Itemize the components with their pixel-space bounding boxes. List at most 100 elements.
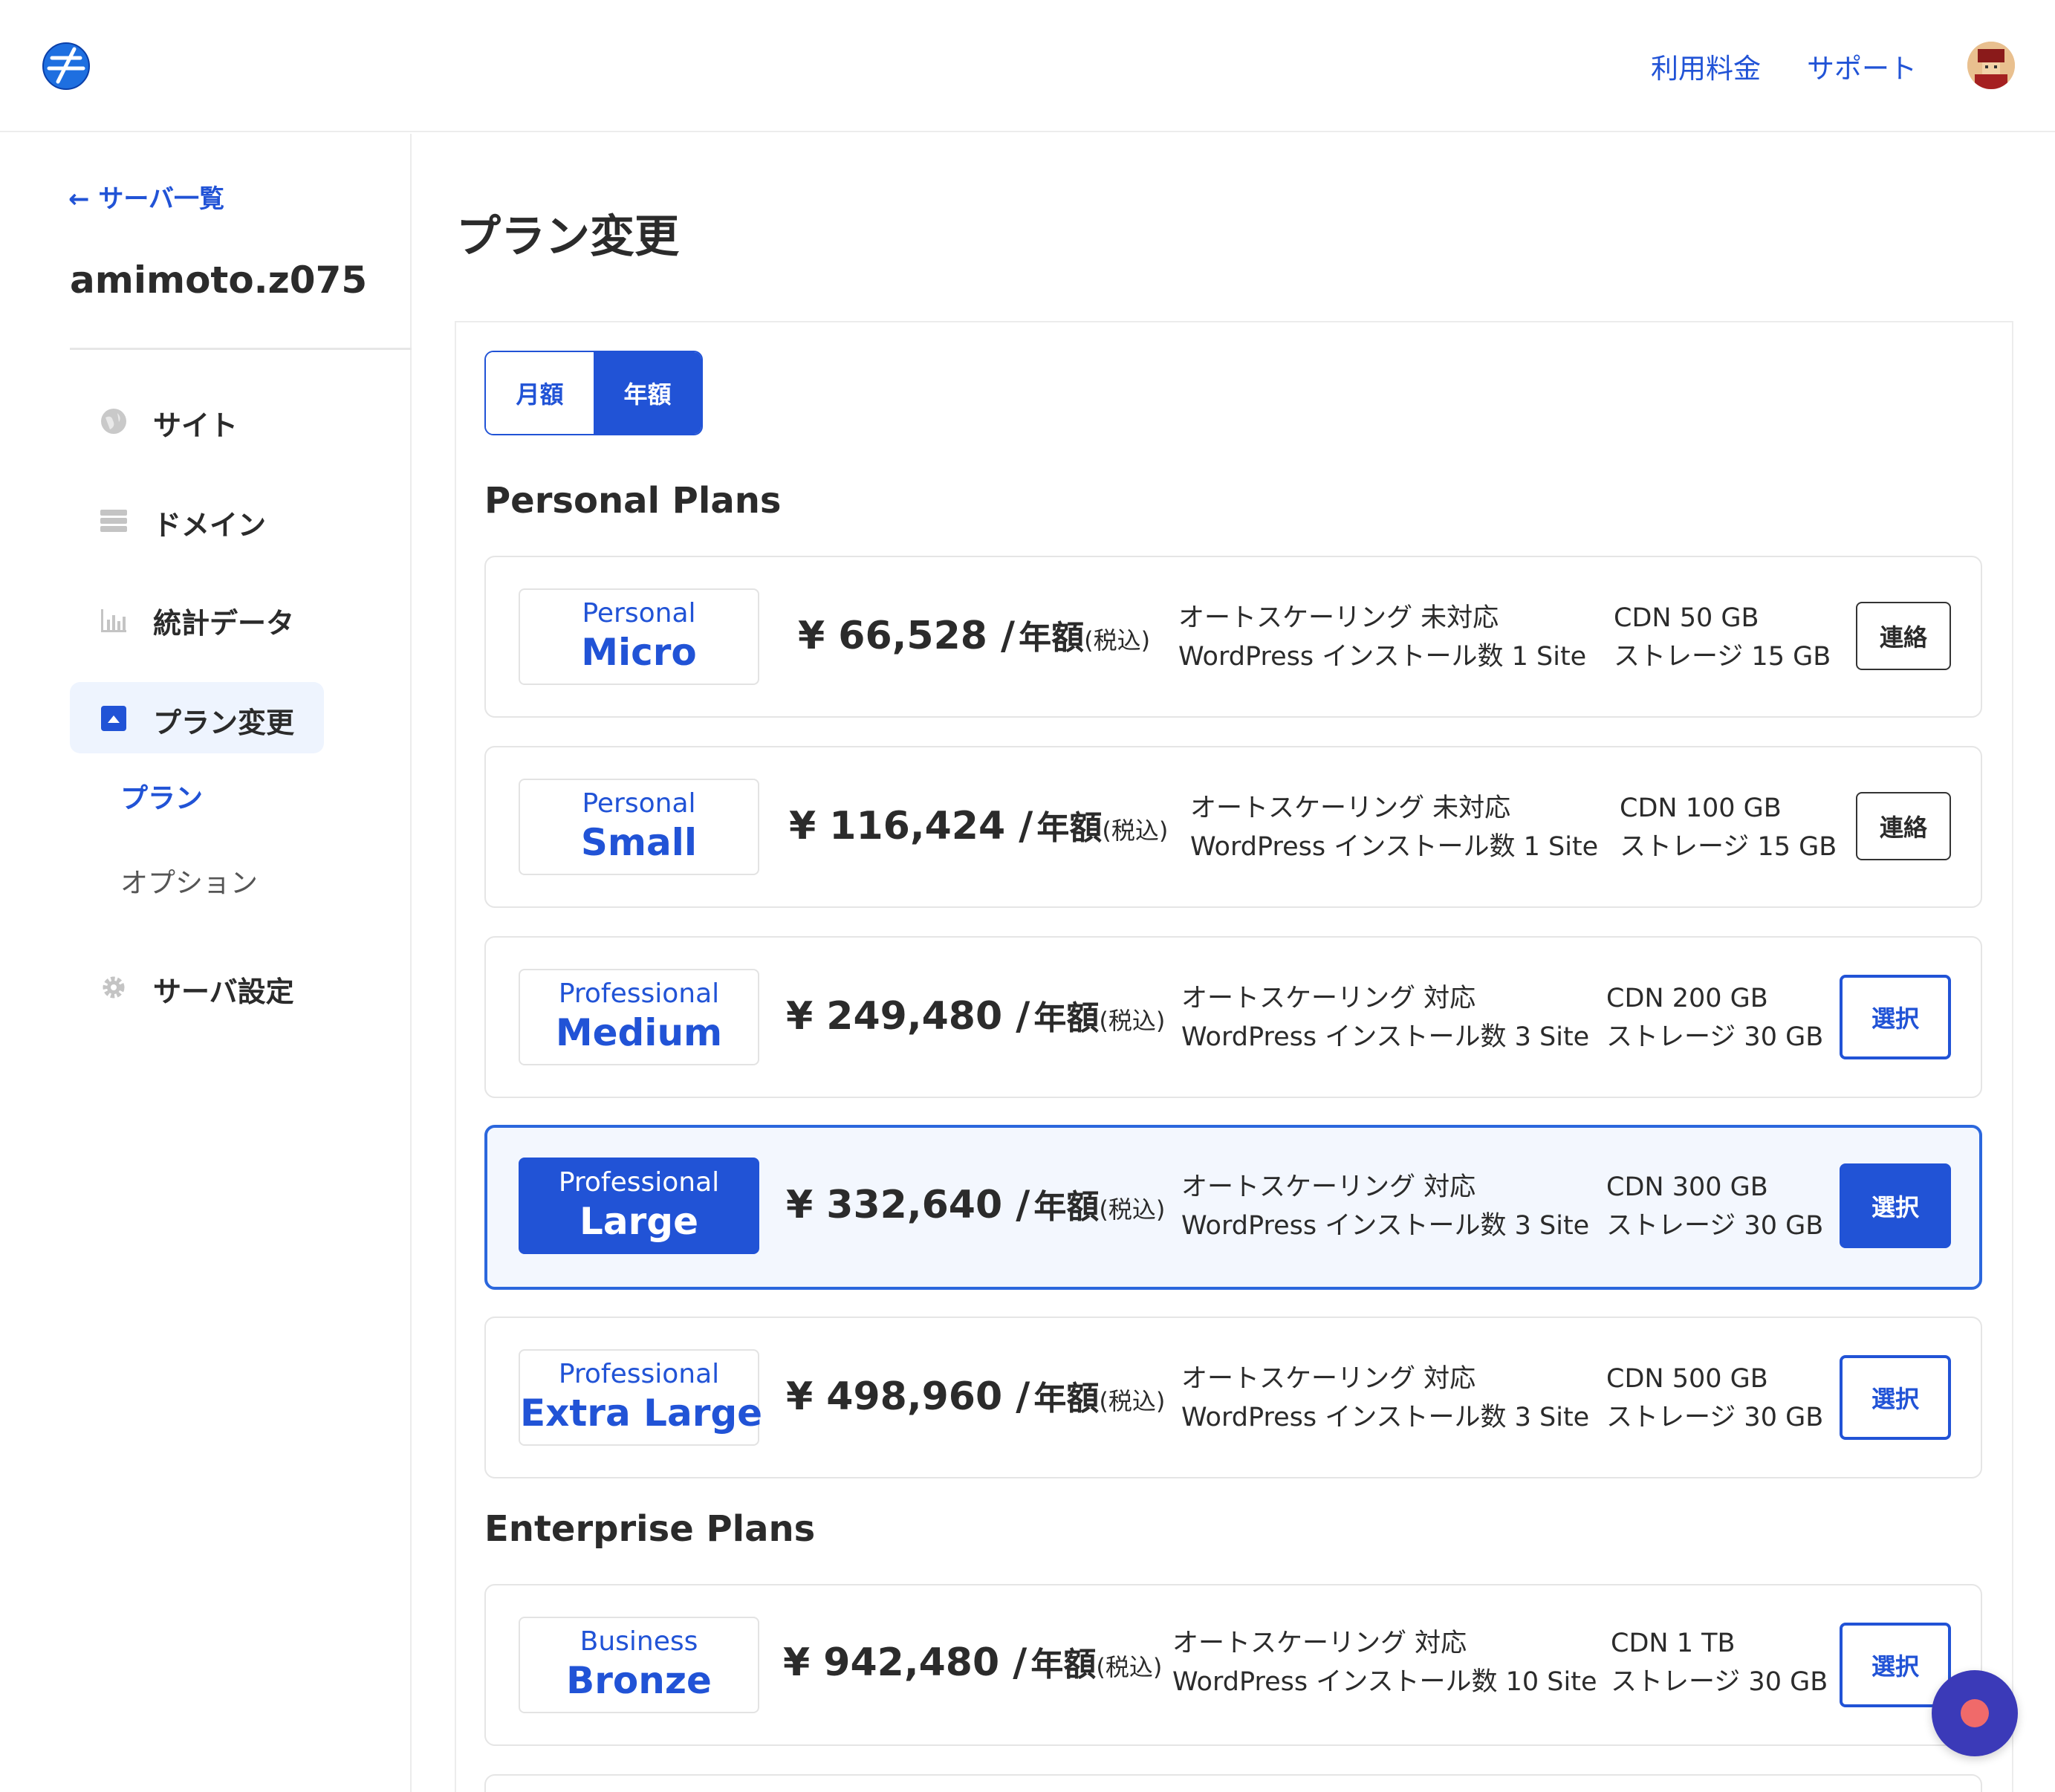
plan-tier: Professional	[558, 1167, 720, 1198]
support-link[interactable]: サポート	[1807, 46, 1917, 86]
section-title-enterprise: Enterprise Plans	[484, 1508, 816, 1550]
sidebar-subitem-options[interactable]: オプション	[120, 860, 258, 900]
plan-price: ¥ 942,480 / 年額(税込)	[783, 1637, 1162, 1685]
cdn-feature: CDN 300 GB	[1606, 1172, 1768, 1202]
price-tax-note: (税込)	[1099, 1007, 1166, 1035]
autoscaling-feature: オートスケーリング 未対応	[1178, 603, 1499, 633]
plan-card: Business Bronze ¥ 942,480 / 年額(税込) オートスケ…	[484, 1584, 1982, 1746]
plan-features: オートスケーリング 対応 WordPress インストール数 10 Site	[1172, 1624, 1597, 1701]
plan-size: Bronze	[566, 1659, 712, 1702]
globe-icon	[100, 407, 128, 435]
plan-badge: Personal Micro	[519, 588, 759, 685]
sidebar-subitem-plan[interactable]: プラン	[120, 776, 203, 816]
install-count-feature: WordPress インストール数 3 Site	[1181, 1022, 1590, 1052]
plan-tier: Personal	[582, 788, 696, 819]
plan-size: Extra Large	[520, 1392, 763, 1435]
install-count-feature: WordPress インストール数 1 Site	[1190, 832, 1599, 862]
plan-size: Micro	[581, 631, 697, 674]
plan-resources: CDN 500 GB ストレージ 30 GB	[1606, 1360, 1823, 1437]
back-to-server-list-link[interactable]: ← サーバ一覧	[68, 178, 224, 215]
plan-badge: Professional Large	[519, 1158, 759, 1254]
price-amount: ¥ 332,640 /	[786, 1183, 1030, 1227]
price-period: 年額	[1036, 809, 1103, 847]
sidebar-item-label: サーバ設定	[153, 975, 294, 1008]
plan-price: ¥ 498,960 / 年額(税込)	[786, 1371, 1165, 1419]
price-tax-note: (税込)	[1099, 1195, 1166, 1224]
sidebar-item-domain[interactable]: ドメイン	[70, 484, 324, 556]
autoscaling-feature: オートスケーリング 対応	[1181, 984, 1476, 1013]
sidebar-item-site[interactable]: サイト	[70, 385, 324, 456]
install-count-feature: WordPress インストール数 3 Site	[1181, 1211, 1590, 1241]
price-tax-note: (税込)	[1102, 817, 1169, 845]
contact-button[interactable]: 連絡	[1856, 602, 1951, 670]
storage-feature: ストレージ 30 GB	[1606, 1211, 1824, 1241]
sidebar-item-plan-change[interactable]: プラン変更	[70, 682, 324, 753]
sidebar-item-label: サイト	[153, 409, 238, 442]
select-plan-button[interactable]: 選択	[1840, 975, 1951, 1059]
plan-resources: CDN 300 GB ストレージ 30 GB	[1606, 1168, 1823, 1245]
storage-feature: ストレージ 30 GB	[1606, 1403, 1824, 1432]
sidebar-divider	[70, 348, 412, 350]
plan-features: オートスケーリング 未対応 WordPress インストール数 1 Site	[1190, 789, 1598, 866]
plan-badge: Professional Extra Large	[519, 1349, 763, 1446]
cdn-feature: CDN 1 TB	[1611, 1629, 1736, 1658]
plan-tier: Personal	[582, 598, 696, 629]
install-count-feature: WordPress インストール数 1 Site	[1178, 642, 1587, 672]
price-amount: ¥ 498,960 /	[786, 1374, 1030, 1419]
cdn-feature: CDN 50 GB	[1614, 603, 1759, 633]
chat-indicator-icon	[1961, 1699, 1989, 1727]
plan-features: オートスケーリング 対応 WordPress インストール数 3 Site	[1181, 1168, 1589, 1245]
plan-badge: Professional Medium	[519, 969, 759, 1065]
user-avatar[interactable]	[1967, 42, 2015, 89]
amimoto-logo-icon[interactable]	[42, 42, 91, 91]
price-tax-note: (税込)	[1084, 626, 1151, 655]
plan-badge: Business Bronze	[519, 1617, 759, 1713]
price-amount: ¥ 116,424 /	[789, 804, 1033, 848]
price-tax-note: (税込)	[1099, 1387, 1166, 1415]
page-title: プラン変更	[456, 211, 679, 263]
plan-resources: CDN 50 GB ストレージ 15 GB	[1614, 599, 1831, 676]
autoscaling-feature: オートスケーリング 未対応	[1190, 793, 1511, 823]
plan-card: Personal Small ¥ 116,424 / 年額(税込) オートスケー…	[484, 746, 1982, 908]
plan-size: Small	[580, 821, 698, 864]
plan-tier: Professional	[558, 978, 720, 1009]
autoscaling-feature: オートスケーリング 対応	[1172, 1629, 1467, 1658]
cdn-feature: CDN 500 GB	[1606, 1364, 1768, 1394]
autoscaling-feature: オートスケーリング 対応	[1181, 1364, 1476, 1394]
price-period: 年額	[1033, 999, 1100, 1037]
contact-button[interactable]: 連絡	[1856, 792, 1951, 860]
plan-resources: CDN 200 GB ストレージ 30 GB	[1606, 979, 1823, 1056]
price-amount: ¥ 249,480 /	[786, 994, 1030, 1039]
plan-features: オートスケーリング 対応 WordPress インストール数 3 Site	[1181, 979, 1589, 1056]
gear-icon	[100, 973, 128, 1001]
price-tax-note: (税込)	[1096, 1653, 1163, 1681]
sidebar-item-server-settings[interactable]: サーバ設定	[70, 951, 324, 1022]
sidebar: ← サーバ一覧 amimoto.z075 サイト ドメイン 統計データ プラン変…	[0, 134, 412, 1792]
plan-features: オートスケーリング 対応 WordPress インストール数 3 Site	[1181, 1360, 1589, 1437]
billing-period-toggle: 月額 年額	[484, 351, 703, 435]
pricing-link[interactable]: 利用料金	[1651, 46, 1761, 86]
price-period: 年額	[1033, 1188, 1100, 1226]
plan-tier: Business	[580, 1626, 698, 1657]
chat-support-button[interactable]	[1932, 1670, 2018, 1756]
price-amount: ¥ 942,480 /	[783, 1640, 1028, 1685]
select-plan-button[interactable]: 選択	[1840, 1163, 1951, 1248]
cdn-feature: CDN 200 GB	[1606, 984, 1768, 1013]
storage-feature: ストレージ 30 GB	[1606, 1022, 1824, 1052]
plan-resources: CDN 100 GB ストレージ 15 GB	[1620, 789, 1837, 866]
plan-card: Professional Medium ¥ 249,480 / 年額(税込) オ…	[484, 936, 1982, 1098]
plan-price: ¥ 332,640 / 年額(税込)	[786, 1180, 1165, 1227]
install-count-feature: WordPress インストール数 10 Site	[1172, 1667, 1597, 1697]
autoscaling-feature: オートスケーリング 対応	[1181, 1172, 1476, 1202]
yearly-toggle-button[interactable]: 年額	[594, 352, 701, 434]
monthly-toggle-button[interactable]: 月額	[486, 352, 594, 434]
select-plan-button[interactable]: 選択	[1840, 1623, 1951, 1707]
sidebar-item-stats[interactable]: 統計データ	[70, 582, 324, 654]
price-period: 年額	[1033, 1380, 1100, 1418]
plan-size: Medium	[555, 1011, 723, 1054]
select-plan-button[interactable]: 選択	[1840, 1355, 1951, 1440]
plan-price: ¥ 116,424 / 年額(税込)	[789, 801, 1168, 848]
plan-card: Professional Extra Large ¥ 498,960 / 年額(…	[484, 1317, 1982, 1478]
sidebar-item-label: 統計データ	[153, 607, 295, 640]
install-count-feature: WordPress インストール数 3 Site	[1181, 1403, 1590, 1432]
